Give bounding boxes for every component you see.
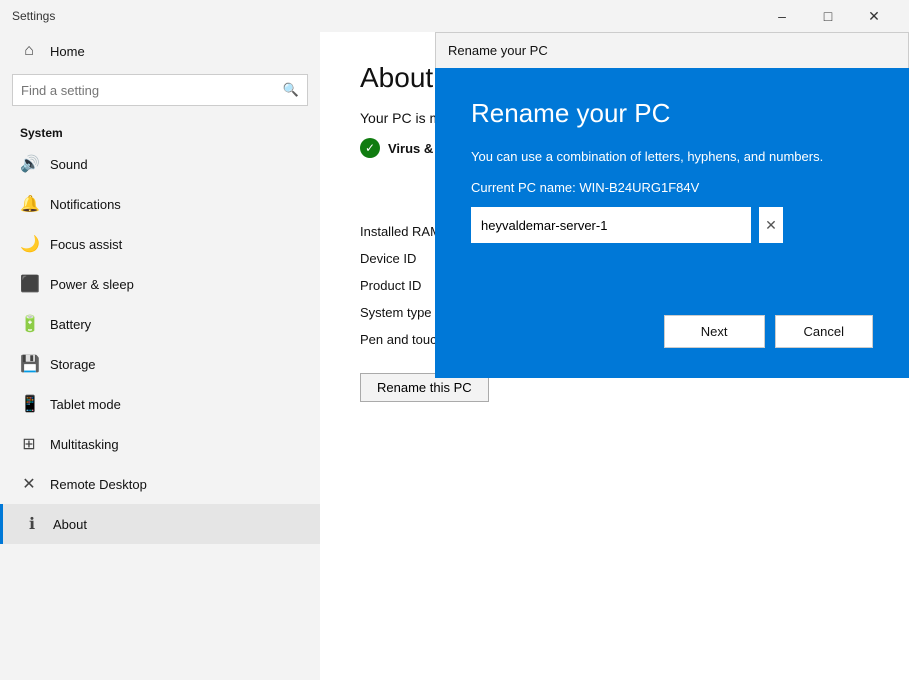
next-button[interactable]: Next bbox=[664, 315, 765, 348]
cancel-button[interactable]: Cancel bbox=[775, 315, 873, 348]
sound-icon: 🔊 bbox=[20, 154, 38, 174]
security-check-icon: ✓ bbox=[360, 138, 380, 158]
search-icon: 🔍 bbox=[283, 82, 299, 98]
notifications-label: Notifications bbox=[50, 197, 121, 212]
battery-label: Battery bbox=[50, 317, 91, 332]
search-box[interactable]: 🔍 bbox=[12, 74, 308, 106]
tablet-label: Tablet mode bbox=[50, 397, 121, 412]
sidebar-item-focus-assist[interactable]: 🌙 Focus assist bbox=[0, 224, 320, 264]
app-container: ⌂ Home 🔍 System 🔊 Sound 🔔 Notifications … bbox=[0, 32, 909, 680]
sidebar-item-remote-desktop[interactable]: ✕ Remote Desktop bbox=[0, 464, 320, 504]
dialog-buttons: Next Cancel bbox=[471, 315, 873, 348]
system-label: System bbox=[0, 118, 320, 144]
sidebar-item-tablet[interactable]: 📱 Tablet mode bbox=[0, 384, 320, 424]
maximize-button[interactable]: □ bbox=[805, 0, 851, 32]
dialog-input-row: ✕ bbox=[471, 207, 873, 243]
storage-label: Storage bbox=[50, 357, 96, 372]
dialog-heading: Rename your PC bbox=[471, 98, 873, 129]
search-input[interactable] bbox=[21, 83, 283, 98]
power-icon: ⬛ bbox=[20, 274, 38, 294]
multitasking-label: Multitasking bbox=[50, 437, 119, 452]
sound-label: Sound bbox=[50, 157, 88, 172]
home-icon: ⌂ bbox=[20, 42, 38, 60]
title-bar: Settings – □ ✕ bbox=[0, 0, 909, 32]
sidebar-home-label: Home bbox=[50, 44, 85, 59]
dialog-titlebar-label: Rename your PC bbox=[448, 43, 548, 58]
focus-assist-icon: 🌙 bbox=[20, 234, 38, 254]
dialog-title-bar: Rename your PC bbox=[435, 32, 909, 68]
focus-assist-label: Focus assist bbox=[50, 237, 122, 252]
clear-input-button[interactable]: ✕ bbox=[759, 207, 783, 243]
sidebar-item-battery[interactable]: 🔋 Battery bbox=[0, 304, 320, 344]
sidebar-item-about[interactable]: ℹ About bbox=[0, 504, 320, 544]
about-icon: ℹ bbox=[23, 514, 41, 534]
remote-desktop-icon: ✕ bbox=[20, 474, 38, 494]
remote-desktop-label: Remote Desktop bbox=[50, 477, 147, 492]
about-label: About bbox=[53, 517, 87, 532]
multitasking-icon: ⊞ bbox=[20, 434, 38, 454]
tablet-icon: 📱 bbox=[20, 394, 38, 414]
sidebar-item-sound[interactable]: 🔊 Sound bbox=[0, 144, 320, 184]
sidebar-item-notifications[interactable]: 🔔 Notifications bbox=[0, 184, 320, 224]
sidebar-item-multitasking[interactable]: ⊞ Multitasking bbox=[0, 424, 320, 464]
app-title: Settings bbox=[12, 9, 759, 23]
dialog-current-name: Current PC name: WIN-B24URG1F84V bbox=[471, 180, 873, 195]
sidebar-item-home[interactable]: ⌂ Home bbox=[0, 32, 320, 70]
rename-dialog: Rename your PC You can use a combination… bbox=[435, 68, 909, 378]
storage-icon: 💾 bbox=[20, 354, 38, 374]
minimize-button[interactable]: – bbox=[759, 0, 805, 32]
window-controls: – □ ✕ bbox=[759, 0, 897, 32]
sidebar-item-power[interactable]: ⬛ Power & sleep bbox=[0, 264, 320, 304]
notifications-icon: 🔔 bbox=[20, 194, 38, 214]
battery-icon: 🔋 bbox=[20, 314, 38, 334]
pc-name-input[interactable] bbox=[471, 207, 751, 243]
sidebar: ⌂ Home 🔍 System 🔊 Sound 🔔 Notifications … bbox=[0, 32, 320, 680]
main-content: About Your PC is monitored and protected… bbox=[320, 32, 909, 680]
close-button[interactable]: ✕ bbox=[851, 0, 897, 32]
power-label: Power & sleep bbox=[50, 277, 134, 292]
dialog-description: You can use a combination of letters, hy… bbox=[471, 149, 873, 164]
sidebar-item-storage[interactable]: 💾 Storage bbox=[0, 344, 320, 384]
